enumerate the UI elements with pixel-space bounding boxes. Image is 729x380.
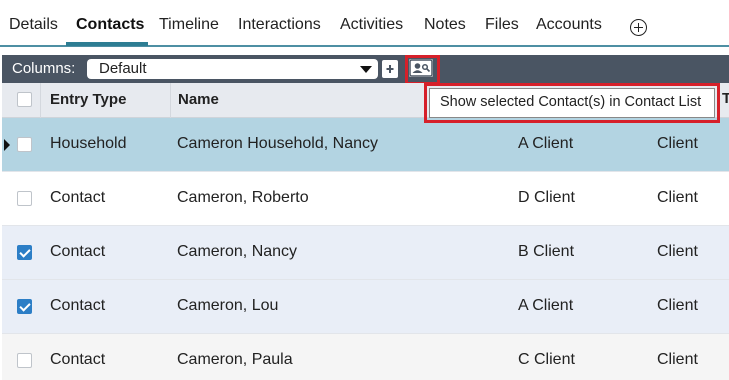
cell-status: Client <box>657 189 698 206</box>
table-row[interactable]: Household Cameron Household, Nancy A Cli… <box>2 118 729 172</box>
cell-name: Cameron Household, Nancy <box>177 135 378 152</box>
tab-interactions[interactable]: Interactions <box>238 16 321 34</box>
tab-details[interactable]: Details <box>9 16 58 34</box>
cell-entry-type: Contact <box>50 351 106 368</box>
table-row[interactable]: Contact Cameron, Nancy B Client Client <box>2 226 729 280</box>
tab-accounts[interactable]: Accounts <box>536 16 602 34</box>
add-tab-icon[interactable] <box>630 19 647 36</box>
cell-class: C Client <box>518 351 575 368</box>
row-checkbox[interactable] <box>17 353 32 368</box>
columns-label: Columns: <box>12 60 76 77</box>
tooltip-highlight-callout <box>424 83 720 123</box>
tab-files[interactable]: Files <box>485 16 519 34</box>
table-row[interactable]: Contact Cameron, Roberto D Client Client <box>2 172 729 226</box>
table-row[interactable]: Contact Cameron, Paula C Client Client <box>2 334 729 380</box>
tab-activities[interactable]: Activities <box>340 16 403 34</box>
export-button[interactable] <box>382 60 398 78</box>
header-entry-type[interactable]: Entry Type <box>50 91 126 108</box>
cell-status: Client <box>657 351 698 368</box>
row-checkbox[interactable] <box>17 299 32 314</box>
tab-timeline[interactable]: Timeline <box>159 16 219 34</box>
tab-notes[interactable]: Notes <box>424 16 466 34</box>
cell-entry-type: Contact <box>50 297 106 314</box>
columns-toolbar: Columns: Default <box>2 55 729 83</box>
dropdown-arrow-icon <box>360 66 372 73</box>
cell-class: B Client <box>518 243 575 260</box>
active-tab-indicator <box>66 42 148 46</box>
cell-class: A Client <box>518 135 574 152</box>
header-name[interactable]: Name <box>178 91 219 108</box>
cell-entry-type: Household <box>50 135 127 152</box>
select-all-checkbox[interactable] <box>17 92 32 107</box>
row-pointer-icon <box>4 139 10 151</box>
tab-contacts[interactable]: Contacts <box>76 16 144 34</box>
table-row[interactable]: Contact Cameron, Lou A Client Client <box>2 280 729 334</box>
export-icon <box>383 61 397 77</box>
cell-name: Cameron, Nancy <box>177 243 298 260</box>
columns-selected-value: Default <box>99 60 147 77</box>
column-divider <box>40 83 41 118</box>
cell-status: Client <box>657 243 698 260</box>
tab-bar: Details Contacts Timeline Interactions A… <box>0 0 729 47</box>
button-highlight-callout <box>405 55 440 85</box>
row-checkbox[interactable] <box>17 191 32 206</box>
cell-class: A Client <box>518 297 574 314</box>
cell-name: Cameron, Roberto <box>177 189 309 206</box>
row-checkbox[interactable] <box>17 137 32 152</box>
row-checkbox[interactable] <box>17 245 32 260</box>
cell-class: D Client <box>518 189 575 206</box>
cell-status: Client <box>657 135 698 152</box>
column-divider <box>170 83 171 118</box>
cell-name: Cameron, Lou <box>177 297 279 314</box>
columns-select[interactable]: Default <box>87 59 378 79</box>
cell-entry-type: Contact <box>50 189 106 206</box>
cell-status: Client <box>657 297 698 314</box>
cell-name: Cameron, Paula <box>177 351 293 368</box>
cell-entry-type: Contact <box>50 243 106 260</box>
header-partial-label: T <box>722 90 729 107</box>
